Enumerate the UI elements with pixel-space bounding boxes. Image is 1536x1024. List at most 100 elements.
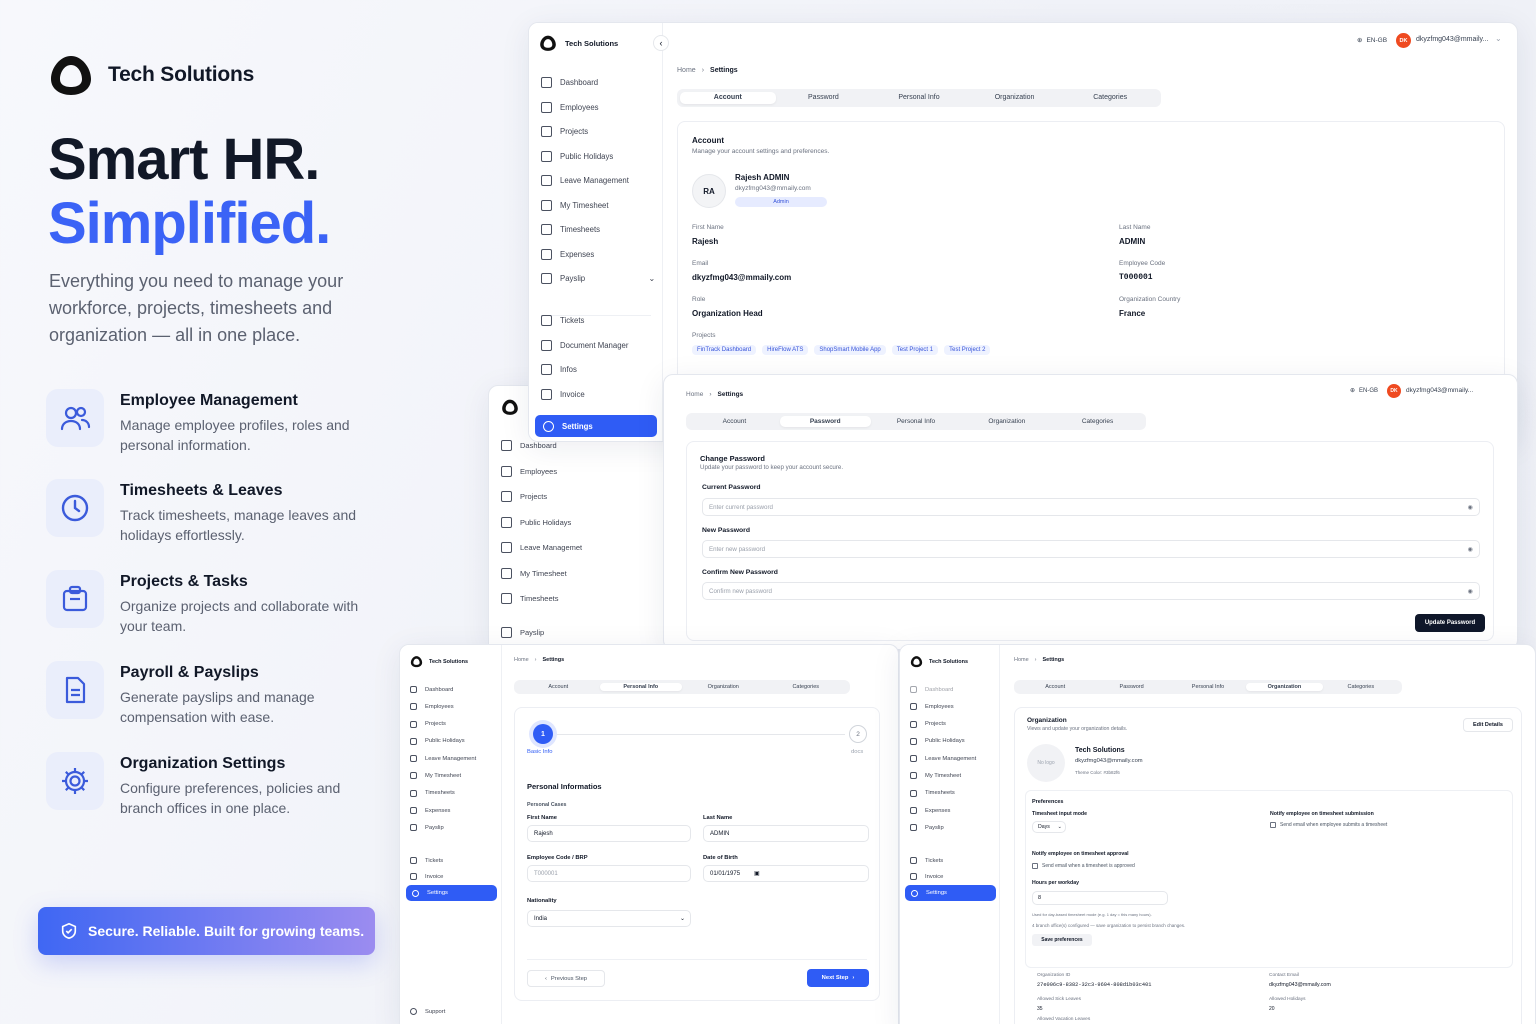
user-email[interactable]: dkyzfmg043@mmaily... (1406, 387, 1473, 394)
sidebar-item-invoice[interactable]: Invoice (541, 388, 628, 400)
tab-password[interactable]: Password (779, 416, 871, 427)
sidebar-item-expenses[interactable]: Expenses (410, 807, 500, 815)
tab-organization[interactable]: Organization (967, 92, 1063, 104)
sidebar-item-settings[interactable]: Settings (905, 885, 996, 901)
tab-password[interactable]: Password (776, 92, 872, 104)
sidebar-item-invoice[interactable]: Invoice (410, 873, 443, 880)
save-preferences-button[interactable]: Save preferences (1032, 934, 1092, 946)
sidebar-item-expenses[interactable]: Expenses (910, 807, 998, 815)
edit-details-button[interactable]: Edit Details (1463, 718, 1513, 732)
sidebar-item-holidays[interactable]: Public Holidays (910, 737, 998, 745)
tab-categories[interactable]: Categories (1323, 683, 1399, 691)
sidebar-item-projects[interactable]: Projects (501, 491, 582, 502)
tab-account[interactable]: Account (1017, 683, 1093, 691)
sidebar-item-my-timesheet[interactable]: My Timesheet (410, 772, 500, 780)
user-avatar[interactable]: DK (1387, 384, 1401, 398)
user-email[interactable]: dkyzfmg043@mmaily... (1416, 36, 1488, 43)
breadcrumb-home[interactable]: Home (1014, 657, 1029, 663)
sidebar-item-invoice[interactable]: Invoice (910, 873, 943, 880)
sidebar-item-payslip[interactable]: Payslip (410, 824, 500, 832)
sidebar-item-leave[interactable]: Leave Management (410, 755, 500, 763)
sidebar-item-timesheets[interactable]: Timesheets (501, 593, 582, 604)
sidebar-item-leave[interactable]: Leave Managemet (501, 542, 582, 553)
tab-organization[interactable]: Organization (682, 683, 765, 691)
project-chip[interactable]: HireFlow ATS (762, 345, 809, 355)
sidebar-item-timesheets[interactable]: Timesheets (910, 789, 998, 797)
sidebar-item-settings[interactable]: Settings (406, 885, 497, 901)
sidebar-item-employees[interactable]: Employees (410, 703, 500, 711)
project-chip[interactable]: FinTrack Dashboard (692, 345, 757, 355)
sidebar-item-holidays[interactable]: Public Holidays (541, 150, 655, 162)
sidebar-item-payslip[interactable]: Payslip ⌄ (541, 273, 655, 284)
sidebar-item-support[interactable]: Support (410, 1008, 445, 1015)
sidebar-item-tickets[interactable]: Tickets (541, 315, 628, 326)
sidebar-item-payslip[interactable]: Payslip (501, 626, 582, 638)
sidebar-item-projects[interactable]: Projects (541, 126, 655, 137)
sidebar-item-my-timesheet[interactable]: My Timesheet (541, 199, 655, 211)
breadcrumb-home[interactable]: Home (677, 67, 696, 74)
sidebar-item-my-timesheet[interactable]: My Timesheet (501, 567, 582, 579)
sidebar-item-dashboard[interactable]: Dashboard (410, 686, 500, 693)
sidebar-item-tickets[interactable]: Tickets (410, 857, 443, 864)
sidebar-item-document-manager[interactable]: Document Manager (541, 339, 628, 351)
sidebar-item-employees[interactable]: Employees (501, 465, 582, 477)
collapse-chevron-icon[interactable]: ‹ (653, 35, 669, 51)
tab-account[interactable]: Account (689, 416, 780, 427)
language-switcher[interactable]: ⊕ EN-GB (1350, 387, 1378, 395)
breadcrumb-home[interactable]: Home (514, 657, 529, 663)
sidebar-item-expenses[interactable]: Expenses (541, 248, 655, 260)
tab-categories[interactable]: Categories (765, 683, 848, 691)
tab-account[interactable]: Account (680, 92, 776, 104)
tab-password[interactable]: Password (1093, 683, 1169, 691)
sidebar-item-timesheets[interactable]: Timesheets (541, 224, 655, 235)
previous-step-button[interactable]: ‹ Previous Step (527, 970, 605, 987)
sidebar-item-my-timesheet[interactable]: My Timesheet (910, 772, 998, 780)
calendar-icon[interactable]: ▣ (754, 870, 760, 877)
update-password-button[interactable]: Update Password (1415, 614, 1485, 632)
eye-icon[interactable]: ◉ (1468, 588, 1473, 595)
language-switcher[interactable]: ⊕ EN-GB (1357, 36, 1387, 45)
sidebar-item-employees[interactable]: Employees (910, 703, 998, 711)
current-password-input[interactable]: Enter current password ◉ (702, 498, 1480, 516)
employee-code-input[interactable]: T000001 (527, 865, 691, 882)
sidebar-item-leave[interactable]: Leave Management (910, 755, 998, 763)
tab-personal-info[interactable]: Personal Info (1170, 683, 1246, 691)
tab-personal-info[interactable]: Personal Info (871, 92, 967, 104)
sidebar-item-employees[interactable]: Employees (541, 101, 655, 113)
sidebar-item-payslip[interactable]: Payslip (910, 824, 998, 832)
sidebar-item-settings[interactable]: Settings (535, 415, 657, 437)
sidebar-item-dashboard[interactable]: Dashboard (910, 686, 998, 693)
last-name-input[interactable]: ADMIN (703, 825, 869, 842)
sidebar-item-infos[interactable]: Infos (541, 364, 628, 375)
tab-personal-info[interactable]: Personal Info (871, 416, 962, 427)
dob-input[interactable]: 01/01/1975 ▣ (703, 865, 869, 882)
new-password-input[interactable]: Enter new password ◉ (702, 540, 1480, 558)
project-chip[interactable]: Test Project 2 (944, 345, 991, 355)
tab-organization[interactable]: Organization (961, 416, 1052, 427)
sidebar-item-dashboard[interactable]: Dashboard (541, 77, 655, 88)
sidebar-item-timesheets[interactable]: Timesheets (410, 789, 500, 797)
sidebar-item-holidays[interactable]: Public Holidays (501, 516, 582, 528)
breadcrumb-home[interactable]: Home (686, 391, 703, 398)
sidebar-item-leave[interactable]: Leave Management (541, 175, 655, 186)
project-chip[interactable]: ShopSmart Mobile App (814, 345, 886, 355)
ts-mode-select[interactable]: Days ⌄ (1032, 821, 1066, 833)
tab-categories[interactable]: Categories (1052, 416, 1143, 427)
confirm-password-input[interactable]: Confirm new password ◉ (702, 582, 1480, 600)
user-avatar[interactable]: DK (1396, 33, 1411, 48)
sidebar-item-projects[interactable]: Projects (410, 720, 500, 728)
hours-input[interactable]: 8 (1032, 891, 1168, 905)
nationality-select[interactable]: India ⌄ (527, 910, 691, 927)
step-1[interactable]: 1 (533, 724, 553, 744)
tab-personal-info[interactable]: Personal Info (599, 683, 682, 691)
sidebar-item-holidays[interactable]: Public Holidays (410, 737, 500, 745)
project-chip[interactable]: Test Project 1 (891, 345, 939, 355)
sidebar-item-tickets[interactable]: Tickets (910, 857, 943, 864)
notify-approval-checkbox[interactable]: Send email when a timesheet is approved (1032, 863, 1135, 869)
tab-account[interactable]: Account (517, 683, 600, 691)
next-step-button[interactable]: Next Step › (807, 969, 869, 987)
tab-organization[interactable]: Organization (1246, 683, 1323, 691)
step-2[interactable]: 2 (849, 725, 867, 743)
eye-icon[interactable]: ◉ (1468, 504, 1473, 511)
first-name-input[interactable]: Rajesh (527, 825, 691, 842)
